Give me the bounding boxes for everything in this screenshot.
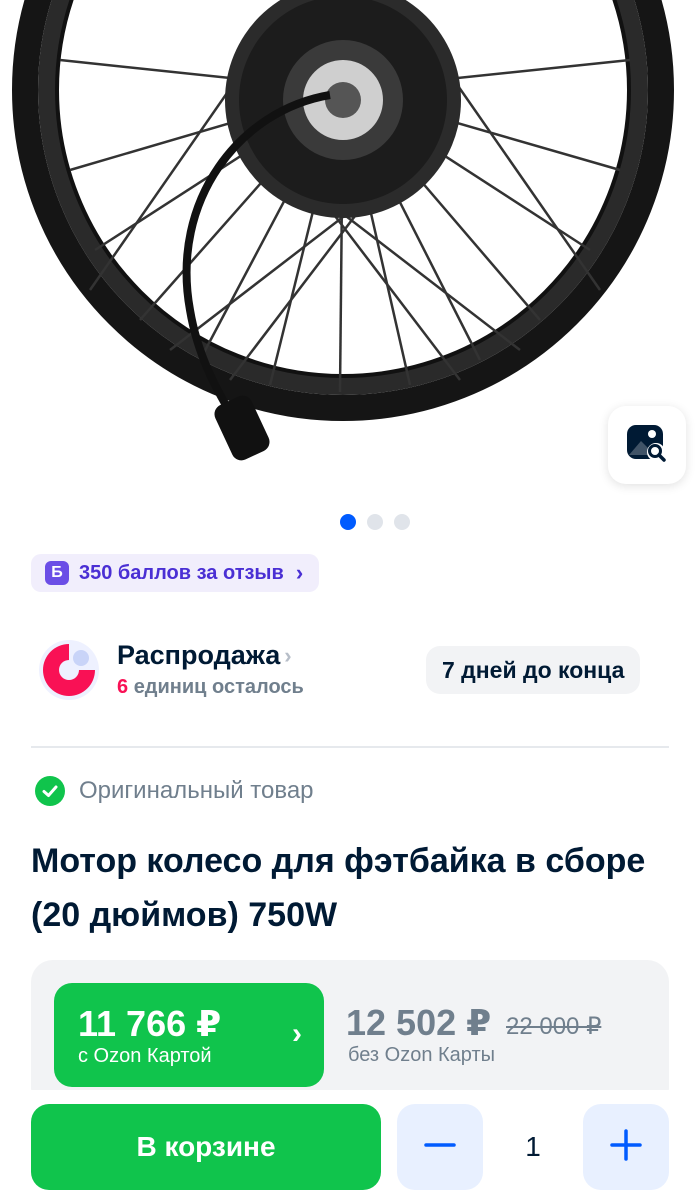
ozon-card-price: 11 766 ₽ xyxy=(78,1003,222,1044)
old-price: 22 000 ₽ xyxy=(506,1013,602,1040)
plus-icon xyxy=(609,1128,643,1167)
gallery-dot[interactable] xyxy=(394,514,410,530)
wheel-image xyxy=(12,0,674,461)
ozon-card-caption: с Ozon Картой xyxy=(78,1045,212,1067)
review-bonus-link[interactable]: Б 350 баллов за отзыв › xyxy=(31,554,320,592)
in-cart-button[interactable]: В корзине xyxy=(31,1104,381,1190)
points-badge-icon: Б xyxy=(45,561,69,585)
sale-logo-icon xyxy=(37,638,101,702)
visual-search-icon xyxy=(625,421,669,470)
gallery-dot-active[interactable] xyxy=(340,514,356,530)
decrease-quantity-button[interactable] xyxy=(397,1104,483,1190)
chevron-right-icon: › xyxy=(295,560,304,585)
ozon-card-price-button[interactable]: 11 766 ₽ с Ozon Картой › xyxy=(54,983,324,1087)
original-product-badge[interactable]: Оригинальный товар xyxy=(35,776,314,806)
check-icon xyxy=(35,776,65,806)
regular-price-caption: без Ozon Карты xyxy=(348,1044,495,1066)
visual-search-button[interactable] xyxy=(608,406,686,484)
units-left-text: единиц осталось xyxy=(133,676,304,698)
days-left-badge: 7 дней до конца xyxy=(426,646,641,694)
minus-icon xyxy=(423,1128,457,1167)
units-left-count: 6 xyxy=(117,676,129,698)
sale-title-text: Распродажа xyxy=(117,640,281,670)
product-title: Мотор колесо для фэтбайка в сборе (20 дю… xyxy=(31,842,646,934)
gallery-pagination xyxy=(340,514,410,530)
product-image[interactable] xyxy=(0,0,700,500)
units-left: 6 единиц осталось xyxy=(117,676,304,699)
increase-quantity-button[interactable] xyxy=(583,1104,669,1190)
gallery-dot[interactable] xyxy=(367,514,383,530)
quantity-value: 1 xyxy=(525,1131,541,1162)
sale-title[interactable]: Распродажа › xyxy=(117,640,292,671)
regular-price: 12 502 ₽ xyxy=(346,1002,492,1043)
divider xyxy=(31,746,669,748)
chevron-right-icon: › xyxy=(292,1017,302,1050)
review-bonus-label: 350 баллов за отзыв xyxy=(79,561,284,584)
original-product-label: Оригинальный товар xyxy=(79,777,314,804)
chevron-right-icon: › xyxy=(284,642,292,668)
